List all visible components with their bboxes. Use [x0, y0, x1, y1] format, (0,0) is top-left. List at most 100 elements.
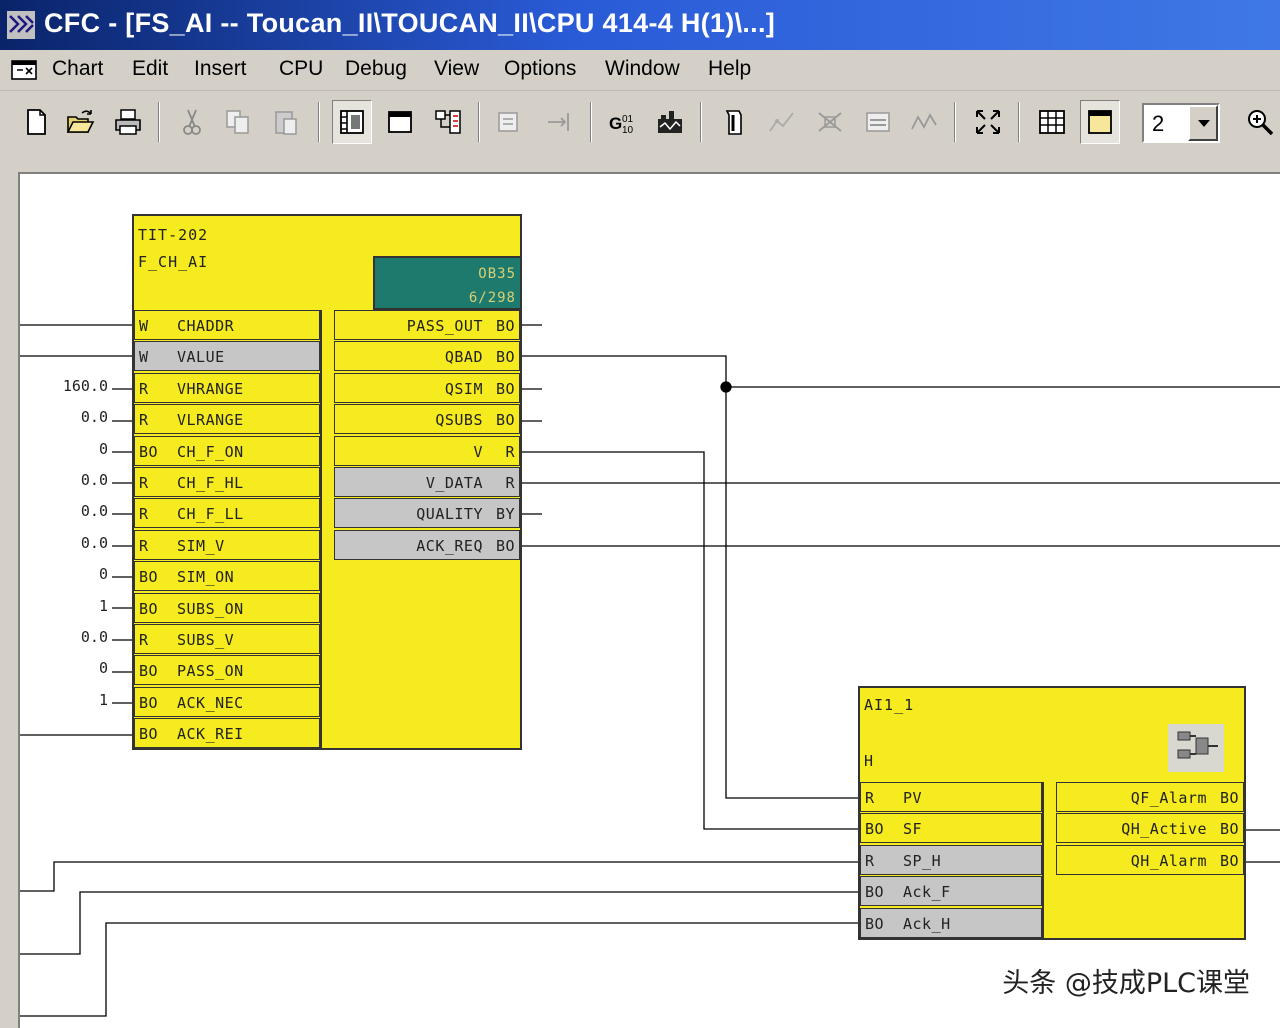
input-pin-sf[interactable]: BO SF — [860, 813, 1042, 844]
input-value[interactable]: 0 — [38, 565, 108, 583]
input-pin-value[interactable]: W VALUE — [134, 341, 320, 372]
input-pin-vlrange[interactable]: R VLRANGE — [134, 404, 320, 435]
print-button[interactable] — [108, 100, 148, 144]
input-pin-subs-on[interactable]: BO SUBS_ON — [134, 592, 320, 623]
input-value[interactable]: 1 — [38, 597, 108, 615]
input-value[interactable]: 0.0 — [38, 408, 108, 426]
pin-name: CH_F_ON — [177, 442, 244, 461]
input-value[interactable]: 0.0 — [38, 502, 108, 520]
menu-insert[interactable]: Insert — [194, 57, 247, 81]
catalog-button[interactable] — [332, 100, 372, 144]
cut-icon — [183, 109, 201, 135]
input-pin-ack-nec[interactable]: BO ACK_NEC — [134, 686, 320, 717]
input-value[interactable]: 160.0 — [38, 377, 108, 395]
input-pin-ch-f-ll[interactable]: R CH_F_LL — [134, 498, 320, 529]
output-pin-qh-active[interactable]: QH_Active BO — [1056, 813, 1244, 844]
menu-view[interactable]: View — [434, 57, 479, 81]
copy-icon — [226, 110, 249, 134]
block-tit-202[interactable]: TIT-202 F_CH_AI OB35 6/298 W CHADDR W VALUE… — [132, 214, 522, 750]
input-pin-ack-h[interactable]: BO Ack_H — [860, 907, 1042, 938]
pin-type: BO — [495, 411, 515, 430]
output-pin-qh-alarm[interactable]: QH_Alarm BO — [1056, 844, 1244, 875]
trend-button[interactable] — [858, 100, 898, 144]
output-pin-qf-alarm[interactable]: QF_Alarm BO — [1056, 782, 1244, 812]
pin-type: R — [139, 411, 149, 430]
input-pin-pass-on[interactable]: BO PASS_ON — [134, 655, 320, 686]
paste-button[interactable] — [266, 100, 306, 144]
zoom-in-icon — [1248, 110, 1274, 136]
menu-cpu[interactable]: CPU — [279, 57, 323, 81]
test-mode-button[interactable] — [714, 100, 754, 144]
input-pin-ch-f-on[interactable]: BO CH_F_ON — [134, 435, 320, 466]
chevron-down-icon[interactable] — [1188, 105, 1218, 141]
output-pin-v-data[interactable]: V_DATA R — [334, 467, 520, 497]
paste-icon — [275, 111, 297, 135]
output-pin-qbad[interactable]: QBAD BO — [334, 341, 520, 372]
input-value[interactable]: 0.0 — [38, 471, 108, 489]
output-pin-qsim[interactable]: QSIM BO — [334, 372, 520, 403]
watch-button[interactable] — [810, 100, 850, 144]
pin-type: R — [139, 505, 149, 524]
output-pin-pass-out[interactable]: PASS_OUT BO — [334, 310, 520, 340]
pin-name: QUALITY — [416, 505, 483, 524]
input-pin-sp-h[interactable]: R SP_H — [860, 844, 1042, 875]
pin-name: VLRANGE — [177, 411, 244, 430]
zoom-in-button[interactable] — [1240, 100, 1280, 144]
copy-button[interactable] — [218, 100, 258, 144]
input-value[interactable]: 0.0 — [38, 628, 108, 646]
open-button[interactable] — [60, 100, 100, 144]
block-name: AI1_1 — [864, 696, 915, 714]
pin-type: BO — [495, 379, 515, 398]
connect-button[interactable] — [540, 100, 580, 144]
sheet-view-button[interactable] — [1032, 100, 1072, 144]
compile-button[interactable] — [490, 100, 530, 144]
input-value[interactable]: 0 — [38, 440, 108, 458]
document-window-icon[interactable] — [10, 58, 38, 82]
menu-edit[interactable]: Edit — [132, 57, 168, 81]
download-button[interactable] — [650, 100, 690, 144]
input-pin-sim-on[interactable]: BO SIM_ON — [134, 561, 320, 592]
output-pin-quality[interactable]: QUALITY BY — [334, 498, 520, 529]
menu-chart[interactable]: Chart — [52, 57, 103, 81]
chart-lines-icon — [911, 113, 937, 130]
input-pin-ch-f-hl[interactable]: R CH_F_HL — [134, 467, 320, 497]
input-pin-chaddr[interactable]: W CHADDR — [134, 310, 320, 340]
pin-type: BO — [139, 725, 159, 744]
menu-help[interactable]: Help — [708, 57, 751, 81]
pin-type: R — [865, 851, 875, 870]
input-pin-ack-f[interactable]: BO Ack_F — [860, 876, 1042, 907]
block-button[interactable] — [428, 100, 468, 144]
chart-canvas[interactable]: TIT-202 F_CH_AI OB35 6/298 W CHADDR W VALUE… — [18, 172, 1280, 1028]
overview-button[interactable] — [1080, 100, 1120, 144]
fit-button[interactable] — [968, 100, 1008, 144]
input-pin-subs-v[interactable]: R SUBS_V — [134, 624, 320, 654]
input-value[interactable]: 0.0 — [38, 534, 108, 552]
output-pin-v[interactable]: VR — [334, 435, 520, 466]
input-pin-pv[interactable]: R PV — [860, 782, 1042, 812]
input-pin-sim-v[interactable]: R SIM_V — [134, 529, 320, 560]
watch-icon — [818, 112, 842, 132]
menu-window[interactable]: Window — [605, 57, 680, 81]
block-type: H — [864, 752, 875, 770]
output-pin-qsubs[interactable]: QSUBS BO — [334, 404, 520, 435]
extra-button[interactable] — [904, 100, 944, 144]
input-pin-vhrange[interactable]: R VHRANGE — [134, 372, 320, 403]
zoom-select[interactable]: 2 — [1142, 103, 1220, 143]
input-value[interactable]: 0 — [38, 659, 108, 677]
goto-button[interactable]: G 01 10 — [602, 100, 642, 144]
cfc-app-icon[interactable] — [6, 10, 36, 40]
input-value[interactable]: 1 — [38, 691, 108, 709]
task-ob: OB35 — [478, 266, 516, 282]
cut-button[interactable] — [172, 100, 212, 144]
pin-name: SF — [903, 820, 923, 839]
new-button[interactable] — [16, 100, 56, 144]
input-pin-ack-rei[interactable]: BO ACK_REI — [134, 718, 320, 749]
menu-debug[interactable]: Debug — [345, 57, 407, 81]
pin-name: QH_Active — [1121, 820, 1207, 839]
window-button[interactable] — [380, 100, 420, 144]
monitor-button[interactable] — [762, 100, 802, 144]
menu-options[interactable]: Options — [504, 57, 576, 81]
pin-name: SIM_ON — [177, 568, 235, 587]
block-ai1-1[interactable]: AI1_1 H R PV BO SF R SP_H BO Ack_F BO Ack_H QF_Al… — [858, 686, 1246, 940]
output-pin-ack-req[interactable]: ACK_REQ BO — [334, 529, 520, 560]
